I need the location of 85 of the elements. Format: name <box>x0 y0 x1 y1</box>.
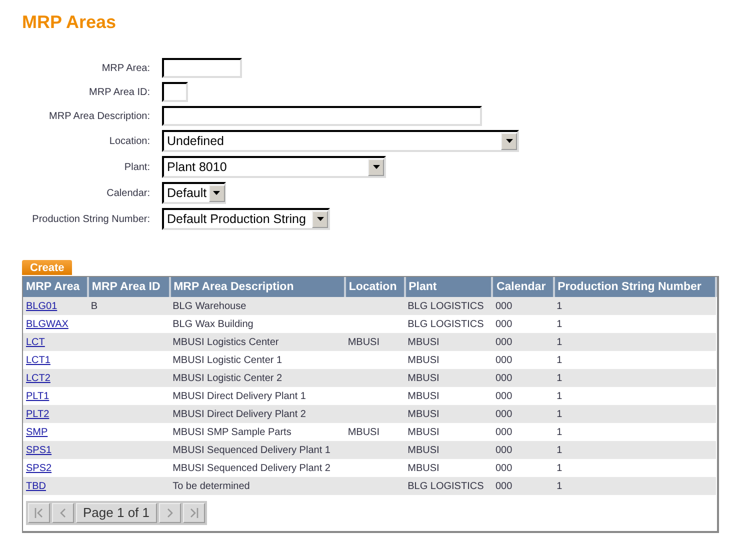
caret-icon <box>316 217 324 221</box>
table-cell: 1 <box>556 390 562 402</box>
table-cell: 000 <box>495 408 512 420</box>
table-cell: 000 <box>495 318 512 330</box>
table-cell: 000 <box>495 300 512 312</box>
table-cell: MBUSI <box>408 408 440 420</box>
last-page-icon <box>188 508 198 518</box>
caret-icon <box>372 165 380 169</box>
table-cell: 1 <box>556 372 562 384</box>
caret-icon <box>506 139 512 143</box>
table-cell: MBUSI <box>408 390 440 402</box>
table-cell: BLG LOGISTICS <box>408 300 484 312</box>
table-cell: 000 <box>495 354 512 366</box>
area-link[interactable]: SMP <box>26 426 48 438</box>
table-cell: MBUSI <box>348 426 380 438</box>
previous-page-icon <box>58 508 68 518</box>
table-cell: 000 <box>495 372 512 384</box>
column-header: MRP Area ID <box>88 277 170 297</box>
table-cell: MBUSI <box>408 462 440 474</box>
table-cell: 1 <box>556 318 562 330</box>
dropdown[interactable]: Default Production String <box>162 208 330 230</box>
dropdown[interactable]: Undefined <box>162 130 519 152</box>
table-cell: 000 <box>495 336 512 348</box>
table-cell: 000 <box>495 444 512 456</box>
column-header: MRP Area <box>23 277 88 297</box>
dropdown[interactable]: Plant 8010 <box>162 156 386 178</box>
area-link[interactable]: LCT <box>26 336 45 348</box>
table-cell: MBUSI Logistic Center 2 <box>172 372 282 384</box>
table-cell: 1 <box>556 336 562 348</box>
area-link[interactable]: SPS2 <box>26 462 52 474</box>
field-label: Plant: <box>124 162 150 172</box>
table-cell: 1 <box>556 444 562 456</box>
table-cell: MBUSI <box>408 426 440 438</box>
input-field[interactable] <box>162 106 482 126</box>
field-label: MRP Area Description: <box>49 110 150 122</box>
table-cell: BLG LOGISTICS <box>408 318 484 330</box>
table-cell: MBUSI Sequenced Delivery Plant 1 <box>172 444 330 456</box>
table-cell: MBUSI Direct Delivery Plant 2 <box>172 408 306 420</box>
table-cell: MBUSI <box>408 354 440 366</box>
caret-icon <box>213 191 220 195</box>
table-cell: MBUSI Direct Delivery Plant 1 <box>172 390 306 402</box>
table-cell: MBUSI <box>408 372 440 384</box>
page-title: MRP Areas <box>22 12 118 32</box>
area-link[interactable]: BLGWAX <box>26 318 68 330</box>
field-label: MRP Area: <box>102 62 150 74</box>
column-header: Location <box>344 277 405 297</box>
input-field[interactable] <box>162 82 188 102</box>
table-cell: BLG Warehouse <box>172 300 246 312</box>
table-cell: 000 <box>495 426 512 438</box>
area-link[interactable]: PLT1 <box>26 390 50 402</box>
table-cell: 1 <box>556 354 562 366</box>
table-cell: 1 <box>556 426 562 438</box>
dropdown[interactable]: Default <box>162 182 226 204</box>
table-cell: MBUSI Logistic Center 1 <box>172 354 282 366</box>
table-cell: MBUSI <box>408 444 440 456</box>
table-cell: MBUSI <box>408 336 440 348</box>
table-cell: MBUSI <box>348 336 380 348</box>
table-cell: MBUSI Sequenced Delivery Plant 2 <box>172 462 330 474</box>
page-indicator: Page 1 of 1 <box>76 503 156 523</box>
column-header: MRP Area Description <box>170 277 345 297</box>
table-cell: MBUSI Logistics Center <box>172 336 279 348</box>
table-cell: To be determined <box>172 480 250 492</box>
table-cell: B <box>90 300 98 312</box>
table-cell: 000 <box>495 462 512 474</box>
area-link[interactable]: TBD <box>26 480 46 492</box>
field-label: MRP Area ID: <box>89 86 150 98</box>
first-page-icon <box>34 508 44 518</box>
table-cell: 1 <box>556 408 562 420</box>
column-header: Plant <box>404 277 492 297</box>
table-cell: 1 <box>556 480 562 492</box>
table-cell: 1 <box>556 300 562 312</box>
table-cell: 1 <box>556 462 562 474</box>
table-cell: BLG LOGISTICS <box>408 480 484 492</box>
table-cell: 000 <box>495 480 512 492</box>
next-page-icon <box>164 508 174 518</box>
field-label: Calendar: <box>106 188 150 198</box>
area-link[interactable]: LCT1 <box>26 354 50 366</box>
column-header: Production String Number <box>554 277 716 297</box>
input-field[interactable] <box>162 58 242 78</box>
table-cell: MBUSI SMP Sample Parts <box>172 426 292 438</box>
table-cell: BLG Wax Building <box>172 318 254 330</box>
field-label: Location: <box>109 136 150 146</box>
column-header: Calendar <box>492 277 554 297</box>
field-label: Production String Number: <box>32 214 150 224</box>
table-cell: 000 <box>495 390 512 402</box>
